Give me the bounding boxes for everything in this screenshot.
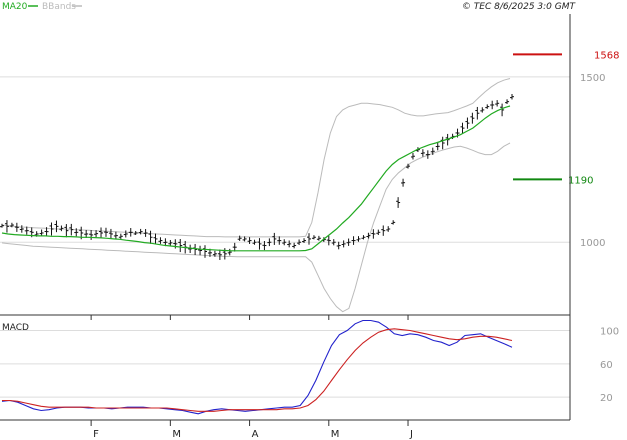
x-axis: FMAMJ	[90, 315, 413, 440]
macd-y-axis: 100 60 20	[600, 327, 619, 405]
support-label: 1190	[568, 175, 593, 186]
macd-line	[1, 319, 513, 415]
x-tick-label: M	[331, 429, 340, 440]
price-y-tick-label: 1000	[580, 238, 605, 249]
copyright-text: © TEC 8/6/2025 3:0 GMT	[462, 2, 577, 12]
x-tick-label: A	[252, 429, 259, 440]
macd-y-tick-label: 60	[600, 360, 613, 371]
chart-canvas: MA20 BBands © TEC 8/6/2025 3:0 GMT 15681…	[0, 2, 619, 440]
legend: MA20 BBands	[2, 2, 82, 12]
x-tick-label: F	[93, 429, 99, 440]
legend-bbands-label: BBands	[42, 2, 76, 12]
macd-y-tick-label: 100	[600, 327, 619, 338]
macd-lines	[1, 319, 513, 415]
resistance-label: 1568	[594, 50, 619, 61]
x-tick-label: J	[409, 429, 413, 440]
price-y-axis: 1500 1000	[580, 73, 605, 249]
price-y-tick-label: 1500	[580, 73, 605, 84]
legend-ma20-label: MA20	[2, 2, 28, 12]
macd-y-tick-label: 20	[600, 393, 613, 404]
price-panel: 1568 1190 1500 1000	[0, 14, 619, 315]
macd-panel: MACD 100 60 20	[0, 319, 619, 415]
price-plot-area	[0, 14, 570, 315]
x-tick-label: M	[172, 429, 181, 440]
macd-grid	[0, 330, 570, 398]
macd-title: MACD	[2, 323, 29, 333]
